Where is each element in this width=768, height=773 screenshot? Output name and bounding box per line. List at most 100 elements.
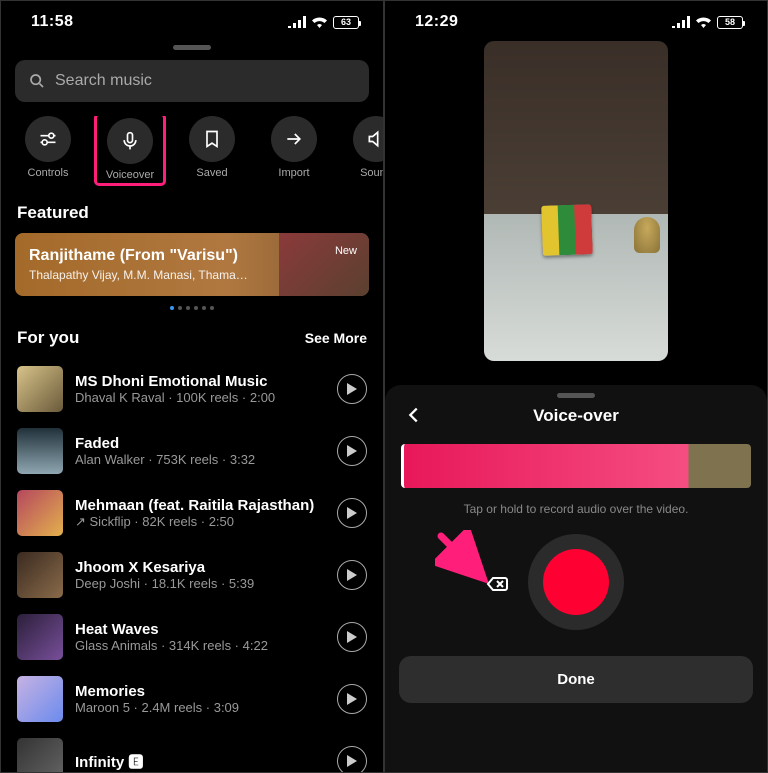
featured-song-title: Ranjithame (From "Varisu")	[29, 247, 249, 265]
song-title: Faded	[75, 435, 325, 452]
tool-sound[interactable]: Sound	[343, 116, 383, 183]
voiceover-title: Voice-over	[533, 406, 619, 426]
song-meta: Faded Alan Walker · 753K reels · 3:32	[75, 435, 325, 467]
status-time: 12:29	[415, 13, 458, 31]
voiceover-sheet: Voice-over Tap or hold to record audio o…	[385, 385, 767, 772]
battery-level: 58	[725, 17, 735, 27]
featured-badge: New	[335, 245, 357, 257]
tool-controls[interactable]: Controls	[15, 116, 81, 183]
play-button[interactable]	[337, 560, 367, 590]
page-dot	[186, 306, 190, 310]
play-button[interactable]	[337, 746, 367, 773]
song-row[interactable]: Faded Alan Walker · 753K reels · 3:32	[7, 420, 377, 482]
play-button[interactable]	[337, 622, 367, 652]
sheet-drag-handle[interactable]	[173, 45, 211, 50]
bookmark-icon	[202, 129, 222, 149]
battery-level: 63	[341, 17, 351, 27]
song-subtitle: Dhaval K Raval · 100K reels · 2:00	[75, 390, 325, 405]
battery-icon: 63	[333, 16, 359, 29]
status-icons: 58	[672, 16, 743, 29]
status-bar: 12:29 58	[385, 1, 767, 39]
featured-section-header: Featured	[1, 189, 383, 233]
left-screenshot: 11:58 63 Search music Control	[0, 0, 384, 773]
song-meta: Jhoom X Kesariya Deep Joshi · 18.1K reel…	[75, 559, 325, 591]
play-button[interactable]	[337, 498, 367, 528]
featured-pagination[interactable]	[1, 296, 383, 314]
delete-recording-button[interactable]	[485, 572, 509, 596]
song-subtitle: Deep Joshi · 18.1K reels · 5:39	[75, 576, 325, 591]
song-row[interactable]: Memories Maroon 5 · 2.4M reels · 3:09	[7, 668, 377, 730]
tool-label: Saved	[196, 167, 227, 179]
song-title: Heat Waves	[75, 621, 325, 638]
done-button[interactable]: Done	[399, 656, 753, 703]
tool-label: Sound	[360, 167, 383, 179]
song-title: Memories	[75, 683, 325, 700]
page-dot	[202, 306, 206, 310]
song-thumbnail	[17, 676, 63, 722]
song-thumbnail	[17, 366, 63, 412]
song-title: Jhoom X Kesariya	[75, 559, 325, 576]
tool-strip: Controls Voiceover Saved	[1, 116, 383, 189]
song-thumbnail	[17, 614, 63, 660]
status-bar: 11:58 63	[1, 1, 383, 39]
record-button[interactable]	[528, 534, 624, 630]
video-preview[interactable]	[484, 41, 668, 361]
tool-voiceover[interactable]: Voiceover	[97, 116, 163, 183]
song-meta: MS Dhoni Emotional Music Dhaval K Raval …	[75, 373, 325, 405]
song-meta: Heat Waves Glass Animals · 314K reels · …	[75, 621, 325, 653]
page-dot	[194, 306, 198, 310]
search-placeholder: Search music	[55, 72, 152, 90]
search-icon	[29, 73, 45, 89]
tool-label: Import	[278, 167, 309, 179]
page-dot	[178, 306, 182, 310]
right-screenshot: 12:29 58 Voice-over Tap or ho	[384, 0, 768, 773]
video-preview-container	[385, 39, 767, 361]
tool-import[interactable]: Import	[261, 116, 327, 183]
tool-saved[interactable]: Saved	[179, 116, 245, 183]
foryou-section-header: For you See More	[1, 314, 383, 358]
rubiks-cube-object	[541, 204, 593, 256]
record-indicator-icon	[543, 549, 609, 615]
featured-card[interactable]: New Ranjithame (From "Varisu") Thalapath…	[15, 233, 369, 296]
song-thumbnail	[17, 490, 63, 536]
song-list: MS Dhoni Emotional Music Dhaval K Raval …	[1, 358, 383, 773]
song-row[interactable]: Heat Waves Glass Animals · 314K reels · …	[7, 606, 377, 668]
song-subtitle: Maroon 5 · 2.4M reels · 3:09	[75, 700, 325, 715]
voiceover-hint: Tap or hold to record audio over the vid…	[385, 502, 767, 516]
song-thumbnail	[17, 738, 63, 773]
speaker-icon	[366, 129, 383, 149]
foryou-title: For you	[17, 328, 79, 348]
song-row[interactable]: Infinity 🅴	[7, 730, 377, 773]
voiceover-header: Voice-over	[385, 402, 767, 438]
song-meta: Memories Maroon 5 · 2.4M reels · 3:09	[75, 683, 325, 715]
search-input[interactable]: Search music	[15, 60, 369, 102]
page-dot	[170, 306, 174, 310]
song-subtitle: ↗ Sickflip · 82K reels · 2:50	[75, 514, 325, 530]
sheet-drag-handle[interactable]	[557, 393, 595, 398]
featured-song-artists: Thalapathy Vijay, M.M. Manasi, Thaman S	[29, 268, 249, 282]
featured-artwork	[279, 233, 369, 296]
song-thumbnail	[17, 428, 63, 474]
play-button[interactable]	[337, 684, 367, 714]
battery-icon: 58	[717, 16, 743, 29]
status-time: 11:58	[31, 13, 74, 31]
page-dot	[210, 306, 214, 310]
wifi-icon	[311, 16, 328, 28]
play-button[interactable]	[337, 436, 367, 466]
song-title: Mehmaan (feat. Raitila Rajasthan)	[75, 497, 325, 514]
tool-label: Voiceover	[106, 169, 154, 181]
cellular-icon	[288, 16, 306, 28]
song-row[interactable]: Jhoom X Kesariya Deep Joshi · 18.1K reel…	[7, 544, 377, 606]
sliders-icon	[38, 129, 58, 149]
song-row[interactable]: MS Dhoni Emotional Music Dhaval K Raval …	[7, 358, 377, 420]
voiceover-timeline[interactable]	[401, 444, 751, 488]
wifi-icon	[695, 16, 712, 28]
back-button[interactable]	[403, 404, 425, 426]
record-row	[385, 530, 767, 640]
play-button[interactable]	[337, 374, 367, 404]
featured-title: Featured	[17, 203, 89, 223]
song-row[interactable]: Mehmaan (feat. Raitila Rajasthan) ↗ Sick…	[7, 482, 377, 544]
song-title: Infinity 🅴	[75, 751, 325, 772]
song-title: MS Dhoni Emotional Music	[75, 373, 325, 390]
see-more-link[interactable]: See More	[305, 330, 367, 346]
